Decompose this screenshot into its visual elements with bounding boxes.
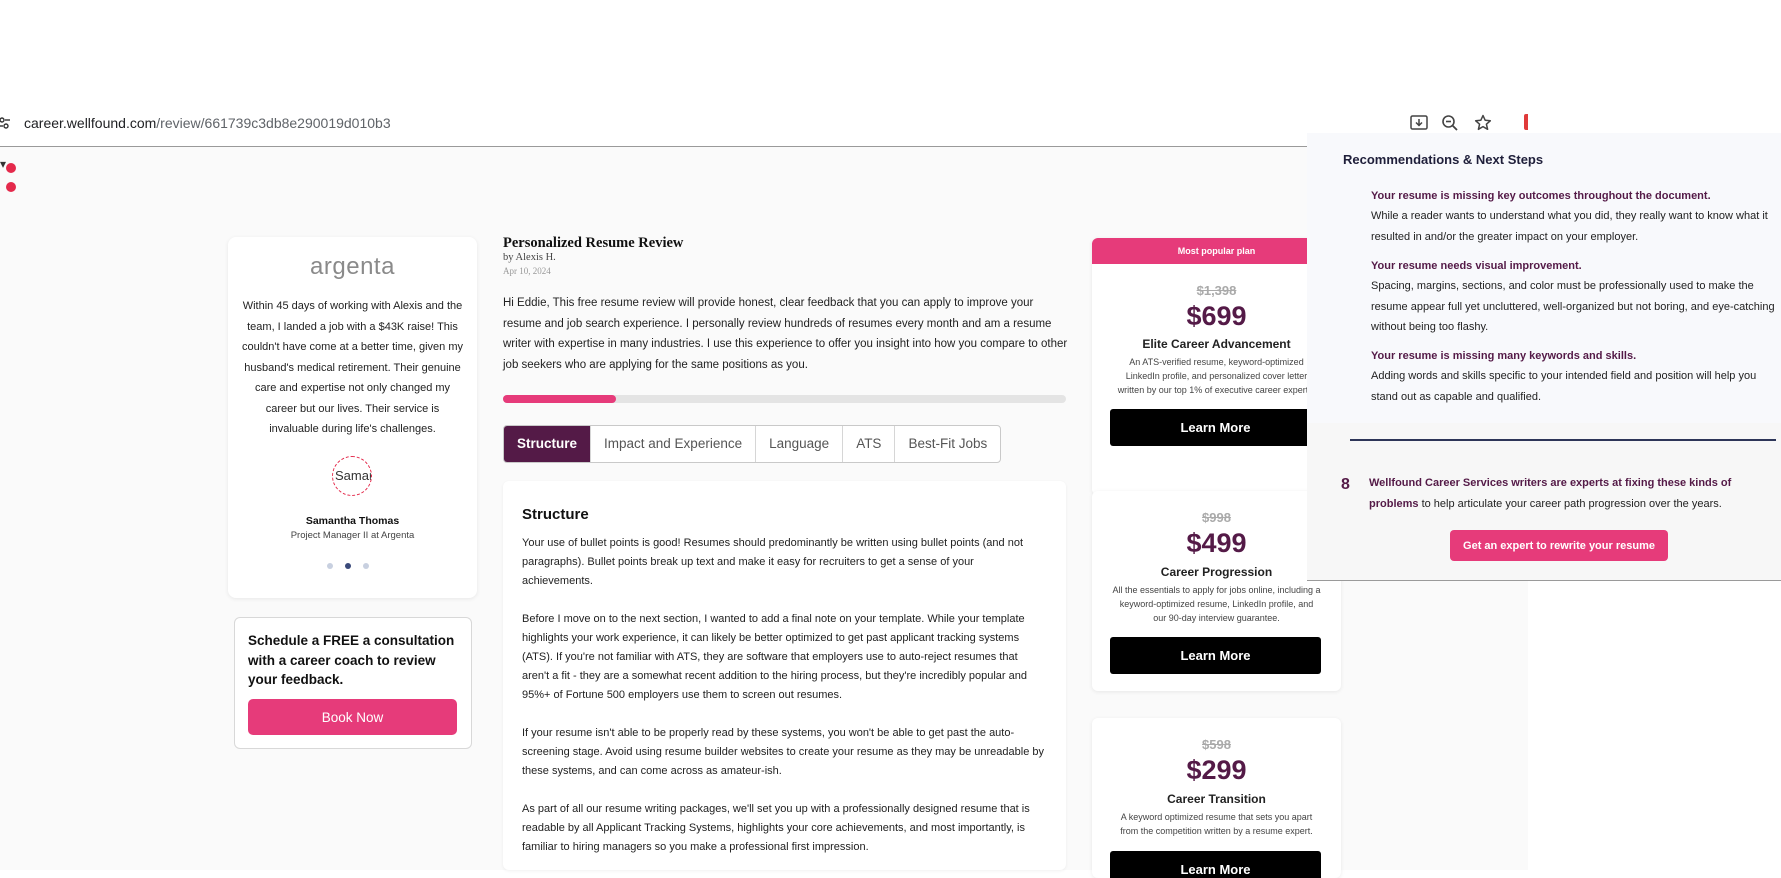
avatar: Samar xyxy=(332,456,372,496)
plan-card-elite: Most popular plan $1,398 $699 Elite Care… xyxy=(1092,238,1341,495)
testimonial-quote: Within 45 days of working with Alexis an… xyxy=(242,300,463,435)
tab-ats[interactable]: ATS xyxy=(843,426,896,462)
learn-more-button[interactable]: Learn More xyxy=(1110,409,1321,446)
url-path: /review/661739c3db8e290019d010b3 xyxy=(156,115,391,131)
expert-badge-icon: 8 xyxy=(1341,476,1350,493)
plan-price: $499 xyxy=(1186,528,1247,558)
review-intro: Hi Eddie, This free resume review will p… xyxy=(503,297,1068,371)
plan-description: A keyword optimized resume that sets you… xyxy=(1120,812,1313,836)
review-tabs: Structure Impact and Experience Language… xyxy=(503,425,1002,463)
tab-impact-and-experience[interactable]: Impact and Experience xyxy=(591,426,757,462)
url-text[interactable]: career.wellfound.com/review/661739c3db8e… xyxy=(24,115,391,131)
recommendation-heading: Your resume is missing key outcomes thro… xyxy=(1371,190,1711,202)
notification-dot xyxy=(6,182,16,192)
section-paragraph: If your resume isn't able to be properly… xyxy=(522,727,1044,777)
plan-name: Career Transition xyxy=(1167,792,1266,806)
bookmark-star-icon[interactable] xyxy=(1473,113,1493,133)
plan-name: Elite Career Advancement xyxy=(1142,337,1291,351)
recommendation-item: Your resume is missing key outcomes thro… xyxy=(1371,186,1776,247)
section-paragraph: Your use of bullet points is good! Resum… xyxy=(522,537,1024,587)
testimonial-role: Project Manager II at Argenta xyxy=(290,530,415,541)
book-now-button[interactable]: Book Now xyxy=(248,699,457,735)
section-title: Structure xyxy=(522,506,589,523)
review-author: by Alexis H. xyxy=(503,252,556,263)
recommendation-item: Your resume needs visual improvement. Sp… xyxy=(1371,256,1776,338)
testimonial-card: argenta Within 45 days of working with A… xyxy=(228,237,477,598)
expert-message-rest: to help articulate your career path prog… xyxy=(1418,497,1722,510)
testimonial-name: Samantha Thomas xyxy=(305,515,400,527)
consultation-card: Schedule a FREE a consultation with a ca… xyxy=(234,617,472,749)
zoom-out-icon[interactable] xyxy=(1440,113,1460,133)
browser-address-bar[interactable]: career.wellfound.com/review/661739c3db8e… xyxy=(0,100,1528,147)
section-paragraph: Before I move on to the next section, I … xyxy=(522,613,1027,701)
url-domain: career.wellfound.com xyxy=(24,115,157,131)
divider xyxy=(1350,439,1776,441)
recommendation-heading: Your resume is missing many keywords and… xyxy=(1371,350,1637,362)
recommendation-heading: Your resume needs visual improvement. xyxy=(1371,260,1582,272)
plan-old-price: $598 xyxy=(1202,737,1231,752)
section-body: Your use of bullet points is good! Resum… xyxy=(522,534,1047,876)
plan-card-progression: $998 $499 Career Progression All the ess… xyxy=(1092,491,1341,691)
recommendation-item: Your resume is missing many keywords and… xyxy=(1371,346,1776,407)
carousel-dot-active[interactable] xyxy=(345,563,351,569)
tab-best-fit-jobs[interactable]: Best-Fit Jobs xyxy=(895,426,1000,462)
recommendation-text: Adding words and skills specific to your… xyxy=(1371,370,1757,403)
plan-price: $299 xyxy=(1186,755,1247,785)
extension-icon[interactable] xyxy=(1524,114,1528,130)
company-logo: argenta xyxy=(310,253,395,280)
plan-price: $699 xyxy=(1186,301,1247,331)
learn-more-button[interactable]: Learn More xyxy=(1110,851,1321,878)
recommendation-text: While a reader wants to understand what … xyxy=(1371,210,1768,243)
plan-old-price: $998 xyxy=(1202,510,1231,525)
recommendations-title: Recommendations & Next Steps xyxy=(1343,152,1544,167)
site-settings-icon[interactable] xyxy=(0,116,10,130)
plan-description: An ATS-verified resume, keyword-optimize… xyxy=(1117,357,1316,395)
notification-dot xyxy=(6,163,16,173)
carousel-dot[interactable] xyxy=(363,563,369,569)
avatar-alt-text: Samar xyxy=(335,468,372,483)
recommendations-box: Recommendations & Next Steps Your resume… xyxy=(1307,133,1781,423)
progress-fill xyxy=(503,395,616,403)
page-title: Personalized Resume Review xyxy=(503,235,684,251)
tab-language[interactable]: Language xyxy=(756,426,844,462)
consultation-text: Schedule a FREE a consultation with a ca… xyxy=(248,633,455,687)
progress-bar xyxy=(503,395,1066,403)
popular-plan-badge: Most popular plan xyxy=(1092,238,1341,264)
section-paragraph: As part of all our resume writing packag… xyxy=(522,803,1030,853)
structure-section: Structure Your use of bullet points is g… xyxy=(503,481,1066,870)
carousel-dot[interactable] xyxy=(327,563,333,569)
plan-card-transition: $598 $299 Career Transition A keyword op… xyxy=(1092,718,1341,878)
install-app-icon[interactable] xyxy=(1409,113,1429,133)
plan-old-price: $1,398 xyxy=(1196,283,1237,298)
plan-description: All the essentials to apply for jobs onl… xyxy=(1112,585,1321,623)
expert-message: Wellfound Career Services writers are ex… xyxy=(1369,473,1774,514)
rewrite-resume-button[interactable]: Get an expert to rewrite your resume xyxy=(1450,530,1668,561)
review-date: Apr 10, 2024 xyxy=(503,266,551,276)
plan-name: Career Progression xyxy=(1160,565,1273,579)
recommendation-text: Spacing, margins, sections, and color mu… xyxy=(1371,280,1775,333)
recommendations-panel: Recommendations & Next Steps Your resume… xyxy=(1307,133,1781,581)
learn-more-button[interactable]: Learn More xyxy=(1110,637,1321,674)
tab-structure[interactable]: Structure xyxy=(504,426,592,462)
divider xyxy=(1307,580,1781,581)
